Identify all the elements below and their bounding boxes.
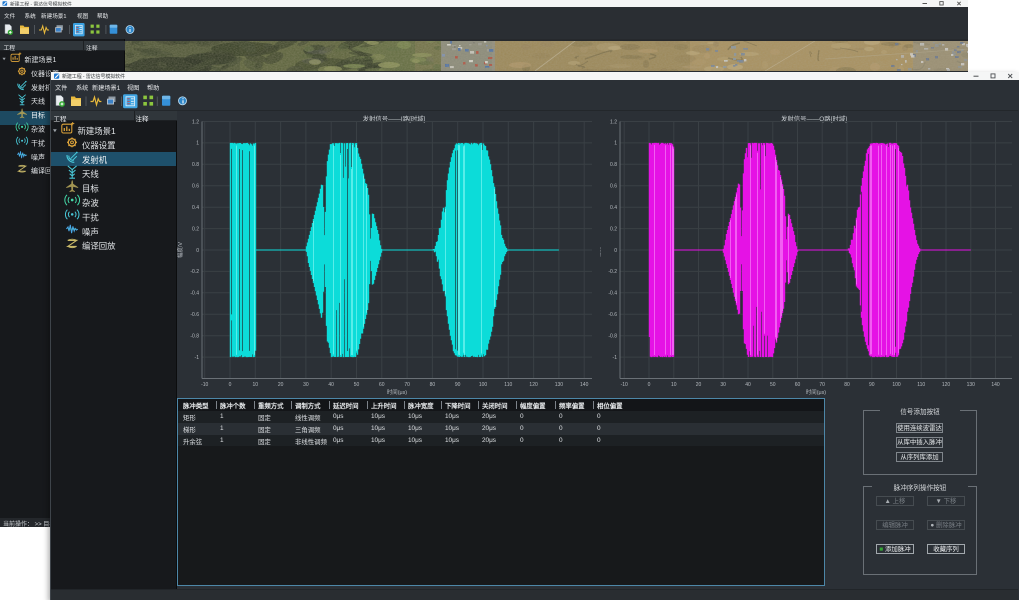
svg-text:0.4: 0.4	[192, 205, 199, 211]
svg-text:130: 130	[967, 382, 976, 388]
svg-text:90: 90	[455, 382, 461, 388]
svg-text:60: 60	[795, 382, 801, 388]
svg-text:目标: 目标	[31, 111, 45, 120]
svg-text:110: 110	[917, 382, 925, 388]
svg-text:编译回放: 编译回放	[82, 241, 116, 251]
svg-text:-0.6: -0.6	[608, 312, 617, 318]
svg-text:-1: -1	[613, 355, 618, 361]
svg-text:1: 1	[614, 141, 617, 147]
svg-text:发射机: 发射机	[82, 155, 108, 165]
svg-text:10: 10	[671, 382, 677, 388]
svg-text:70: 70	[819, 382, 825, 388]
svg-text:120: 120	[529, 382, 538, 388]
svg-text:0: 0	[196, 248, 199, 254]
svg-text:-0.8: -0.8	[190, 334, 199, 340]
svg-text:-0.4: -0.4	[190, 291, 199, 297]
svg-text:0: 0	[229, 382, 232, 388]
svg-text:时间(μs): 时间(μs)	[387, 388, 407, 395]
svg-text:40: 40	[328, 382, 334, 388]
svg-text:-1: -1	[195, 355, 200, 361]
svg-text:20: 20	[696, 382, 702, 388]
svg-text:0.4: 0.4	[610, 205, 617, 211]
svg-text:噪声: 噪声	[31, 152, 45, 161]
svg-text:110: 110	[504, 382, 512, 388]
svg-text:120: 120	[942, 382, 951, 388]
svg-text:10: 10	[253, 382, 259, 388]
svg-text:-0.8: -0.8	[608, 334, 617, 340]
svg-text:新建场景1: 新建场景1	[25, 55, 57, 64]
svg-text:0.6: 0.6	[192, 184, 199, 190]
svg-text:新建工程 - 雷达信号模拟软件: 新建工程 - 雷达信号模拟软件	[10, 0, 72, 7]
svg-text:噪声: 噪声	[82, 227, 99, 237]
svg-text:幅度/V: 幅度/V	[176, 242, 184, 258]
svg-text:-0.2: -0.2	[608, 269, 617, 275]
svg-text:50: 50	[354, 382, 360, 388]
svg-text:60: 60	[379, 382, 385, 388]
svg-text:0.6: 0.6	[610, 184, 617, 190]
svg-text:100: 100	[479, 382, 488, 388]
svg-text:1.2: 1.2	[192, 119, 199, 125]
svg-text:仪器设置: 仪器设置	[82, 140, 116, 150]
svg-text:90: 90	[869, 382, 875, 388]
svg-text:-10: -10	[201, 382, 208, 388]
svg-text:30: 30	[720, 382, 726, 388]
svg-text:-0.2: -0.2	[190, 269, 199, 275]
svg-text:杂波: 杂波	[82, 198, 99, 208]
svg-text:干扰: 干扰	[31, 138, 45, 147]
svg-text:幅度/V: 幅度/V	[600, 242, 602, 258]
svg-text:130: 130	[555, 382, 564, 388]
svg-text:140: 140	[580, 382, 589, 388]
svg-text:100: 100	[892, 382, 901, 388]
svg-text:1.2: 1.2	[610, 119, 617, 125]
svg-text:20: 20	[278, 382, 284, 388]
svg-text:时间(μs): 时间(μs)	[806, 388, 826, 395]
svg-text:0.8: 0.8	[610, 162, 617, 168]
svg-text:30: 30	[303, 382, 309, 388]
svg-text:杂波: 杂波	[31, 125, 45, 134]
svg-text:天线: 天线	[31, 97, 45, 106]
svg-text:0: 0	[648, 382, 651, 388]
svg-text:1: 1	[196, 141, 199, 147]
svg-text:天线: 天线	[82, 169, 99, 179]
svg-text:-0.4: -0.4	[608, 291, 617, 297]
svg-text:-10: -10	[621, 382, 628, 388]
svg-text:发射机: 发射机	[31, 83, 52, 92]
svg-text:0.2: 0.2	[192, 226, 199, 232]
svg-text:0: 0	[614, 248, 617, 254]
svg-text:目标: 目标	[82, 184, 99, 194]
svg-text:新建场景1: 新建场景1	[78, 126, 116, 136]
svg-text:干扰: 干扰	[82, 212, 99, 222]
svg-text:80: 80	[430, 382, 436, 388]
svg-text:80: 80	[844, 382, 850, 388]
svg-text:40: 40	[745, 382, 751, 388]
svg-text:-0.6: -0.6	[190, 312, 199, 318]
svg-text:50: 50	[770, 382, 776, 388]
svg-text:140: 140	[991, 382, 1000, 388]
svg-text:0.8: 0.8	[192, 162, 199, 168]
svg-text:新建工程 - 雷达信号模拟软件: 新建工程 - 雷达信号模拟软件	[62, 73, 125, 80]
svg-text:0.2: 0.2	[610, 226, 617, 232]
svg-text:70: 70	[404, 382, 410, 388]
